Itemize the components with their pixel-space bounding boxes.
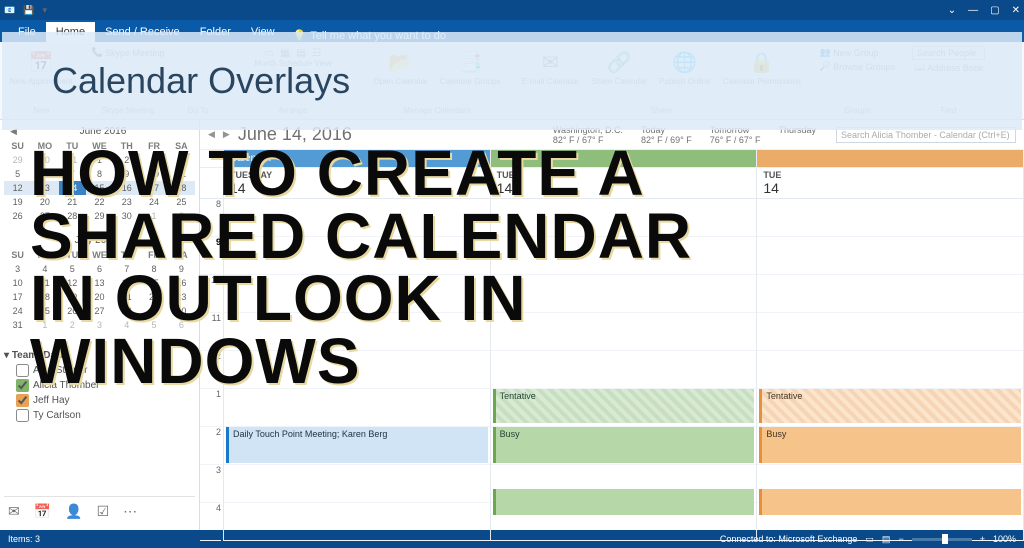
more-nav-icon[interactable]: ⋯ [123,503,137,520]
people-nav-icon[interactable]: 👤 [65,503,82,520]
overlay-banner-text: Calendar Overlays [52,60,350,102]
close-button[interactable]: ✕ [1012,5,1020,16]
person-label: Ty Carlson [33,410,81,421]
overlay-title-line: SHARED CALENDAR [30,205,1014,268]
event-tentative-alicia[interactable]: Tentative [493,389,755,423]
overlay-title-line: WINDOWS [30,330,1014,393]
maximize-button[interactable]: ▢ [990,5,999,16]
zoom-slider[interactable] [912,538,972,541]
nav-footer: ✉ 📅 👤 ☑ ⋯ [4,496,195,526]
event-busy-jeff[interactable]: Busy [759,427,1021,463]
event-tentative-jeff[interactable]: Tentative [759,389,1021,423]
calendar-checkbox-ty[interactable]: Ty Carlson [4,408,195,423]
tasks-nav-icon[interactable]: ☑ [97,503,110,520]
overlay-title-line: IN OUTLOOK IN [30,267,1014,330]
mail-nav-icon[interactable]: ✉ [8,503,20,520]
quick-save-icon[interactable]: 💾 [23,5,34,16]
window-titlebar: 📧 💾 ▾ ⌄ — ▢ ✕ [0,0,1024,20]
quick-access-dropdown[interactable]: ▾ [42,5,47,16]
ribbon-collapse-icon[interactable]: ⌄ [948,5,956,16]
event-busy-jeff-2[interactable] [759,489,1021,515]
items-count: Items: 3 [8,534,40,544]
minimize-button[interactable]: — [968,5,978,16]
overlay-title-line: HOW TO CREATE A [30,142,1014,205]
overlay-banner: Calendar Overlays [2,32,1022,130]
event-busy-alicia-2[interactable] [493,489,755,515]
overlay-title: HOW TO CREATE A SHARED CALENDAR IN OUTLO… [30,142,1014,393]
app-icon: 📧 [4,5,15,16]
event-daily-touch[interactable]: Daily Touch Point Meeting; Karen Berg [226,427,488,463]
calendar-nav-icon[interactable]: 📅 [34,503,51,520]
event-busy-alicia[interactable]: Busy [493,427,755,463]
